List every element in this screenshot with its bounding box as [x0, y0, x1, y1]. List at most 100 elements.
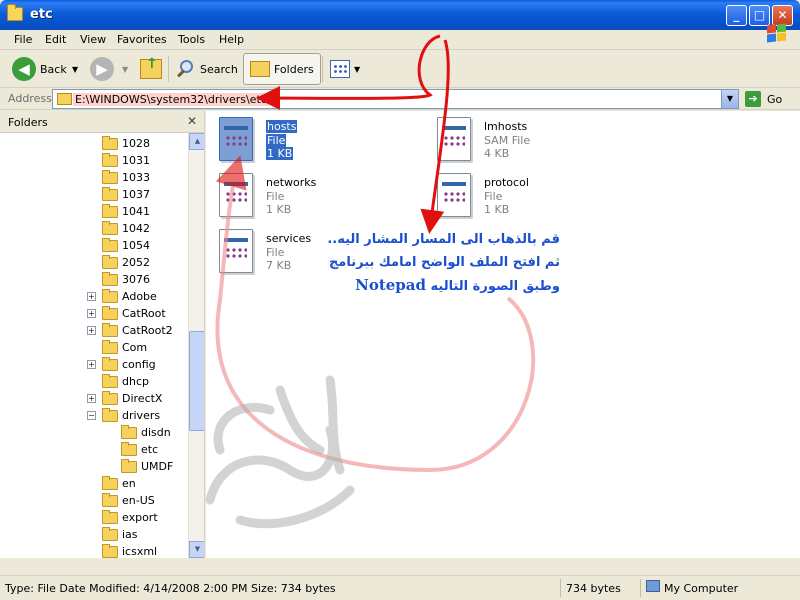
tree-item-1042[interactable]: 1042	[102, 220, 150, 237]
folders-button[interactable]: Folders	[243, 53, 321, 85]
folders-label: Folders	[274, 62, 314, 76]
tree-item-1031[interactable]: 1031	[102, 152, 150, 169]
address-dropdown-button[interactable]: ▼	[721, 90, 738, 108]
folders-icon	[250, 61, 270, 77]
folder-icon	[102, 509, 118, 524]
address-bar: Address E:\WINDOWS\system32\drivers\etc …	[0, 88, 800, 110]
tree-item-disdn[interactable]: disdn	[121, 424, 171, 441]
folder-icon	[102, 152, 118, 167]
expand-icon[interactable]: +	[87, 360, 96, 369]
folder-icon	[102, 271, 118, 286]
go-button[interactable]: Go	[767, 93, 782, 106]
views-button[interactable]: ▼	[330, 53, 360, 85]
expand-icon[interactable]: +	[87, 309, 96, 318]
address-input[interactable]: E:\WINDOWS\system32\drivers\etc ▼	[52, 89, 739, 109]
tree-item-drivers[interactable]: drivers	[102, 407, 160, 424]
up-folder-icon: ↑	[140, 56, 162, 79]
file-item-networks[interactable]: networks File 1 KB	[219, 173, 419, 223]
windows-logo-icon	[766, 23, 788, 44]
tree-item-ias[interactable]: ias	[102, 526, 138, 543]
tree-item-label: DirectX	[122, 392, 163, 405]
folders-pane: Folders ✕ 1028 1031 1033 1037 1041 1042 1054 20…	[0, 111, 205, 558]
tree-item-com[interactable]: Com	[102, 339, 147, 356]
tree-item-export[interactable]: export	[102, 509, 158, 526]
tree-item-icsxml[interactable]: icsxml	[102, 543, 157, 558]
folder-icon	[102, 339, 118, 354]
tree-item-label: 1033	[122, 171, 150, 184]
minimize-button[interactable]: _	[726, 5, 747, 26]
menu-help[interactable]: Help	[219, 33, 244, 46]
forward-dropdown[interactable]: ▼	[122, 65, 128, 74]
tree-item-en-us[interactable]: en-US	[102, 492, 155, 509]
tree-item-1041[interactable]: 1041	[102, 203, 150, 220]
menu-favorites[interactable]: Favorites	[117, 33, 167, 46]
status-location: My Computer	[664, 582, 739, 595]
calligraphy-watermark-icon	[205, 375, 355, 529]
tree-item-label: Com	[122, 341, 148, 354]
tree-item-dhcp[interactable]: dhcp	[102, 373, 149, 390]
tree-item-etc[interactable]: etc	[121, 441, 158, 458]
menu-view[interactable]: View	[80, 33, 106, 46]
tree-item-catroot2[interactable]: CatRoot2	[102, 322, 173, 339]
file-type: File	[266, 190, 285, 203]
address-path[interactable]: E:\WINDOWS\system32\drivers\etc	[73, 93, 269, 106]
file-item-lmhosts[interactable]: lmhosts SAM File 4 KB	[437, 117, 637, 167]
tree-item-label: disdn	[141, 426, 171, 439]
up-folder-button[interactable]: ↑	[140, 53, 162, 85]
go-arrow-icon[interactable]: ➔	[745, 91, 761, 107]
menu-file[interactable]: File	[14, 33, 32, 46]
file-type: File	[266, 246, 285, 259]
maximize-button[interactable]: □	[749, 5, 770, 26]
folder-icon	[102, 390, 118, 405]
menu-tools[interactable]: Tools	[178, 33, 205, 46]
collapse-icon[interactable]: −	[87, 411, 96, 420]
expand-icon[interactable]: +	[87, 326, 96, 335]
tree-item-3076[interactable]: 3076	[102, 271, 150, 288]
tree-item-label: 3076	[122, 273, 150, 286]
tree-item-label: en	[122, 477, 136, 490]
folder-icon	[102, 305, 118, 320]
back-button[interactable]: ◀ Back	[12, 53, 67, 85]
menu-edit[interactable]: Edit	[45, 33, 66, 46]
tree-item-1028[interactable]: 1028	[102, 135, 150, 152]
file-name: protocol	[484, 176, 529, 189]
file-item-protocol[interactable]: protocol File 1 KB	[437, 173, 637, 223]
file-size: 7 KB	[266, 259, 292, 272]
address-label: Address	[8, 92, 52, 105]
search-button[interactable]: Search	[176, 53, 238, 85]
file-name: hosts	[266, 120, 298, 133]
back-dropdown[interactable]: ▼	[72, 65, 78, 74]
folder-icon	[102, 475, 118, 490]
status-bar: Type: File Date Modified: 4/14/2008 2:00…	[0, 575, 800, 600]
tree-item-config[interactable]: config	[102, 356, 156, 373]
folder-icon	[102, 407, 118, 422]
scroll-up-button[interactable]: ▲	[189, 133, 204, 150]
tree-item-1033[interactable]: 1033	[102, 169, 150, 186]
tree-item-1037[interactable]: 1037	[102, 186, 150, 203]
folders-title: Folders	[8, 116, 48, 129]
back-arrow-icon: ◀	[12, 57, 36, 81]
expand-icon[interactable]: +	[87, 292, 96, 301]
folder-icon	[102, 186, 118, 201]
window-title: etc	[30, 7, 53, 22]
folder-icon	[102, 237, 118, 252]
file-item-hosts[interactable]: hosts File 1 KB	[219, 117, 419, 167]
annotation-line-1: قم بالذهاب الى المسار المشار اليه..	[327, 232, 560, 247]
tree-item-umdf[interactable]: UMDF	[121, 458, 173, 475]
tree-item-2052[interactable]: 2052	[102, 254, 150, 271]
annotation-text: قم بالذهاب الى المسار المشار اليه.. ثم ا…	[300, 228, 560, 298]
expand-icon[interactable]: +	[87, 394, 96, 403]
folders-header: Folders ✕	[0, 111, 204, 133]
tree-item-directx[interactable]: DirectX	[102, 390, 162, 407]
title-bar[interactable]: etc _ □ ✕	[0, 0, 800, 30]
tree-item-1054[interactable]: 1054	[102, 237, 150, 254]
tree-item-label: ias	[122, 528, 138, 541]
tree-item-label: 1028	[122, 137, 150, 150]
forward-button[interactable]: ▶	[90, 53, 114, 85]
folder-icon	[102, 373, 118, 388]
document-icon	[219, 173, 253, 217]
tree-item-catroot[interactable]: CatRoot	[102, 305, 166, 322]
tree-item-adobe[interactable]: Adobe	[102, 288, 157, 305]
close-folders-pane-button[interactable]: ✕	[185, 114, 199, 128]
tree-item-en[interactable]: en	[102, 475, 136, 492]
